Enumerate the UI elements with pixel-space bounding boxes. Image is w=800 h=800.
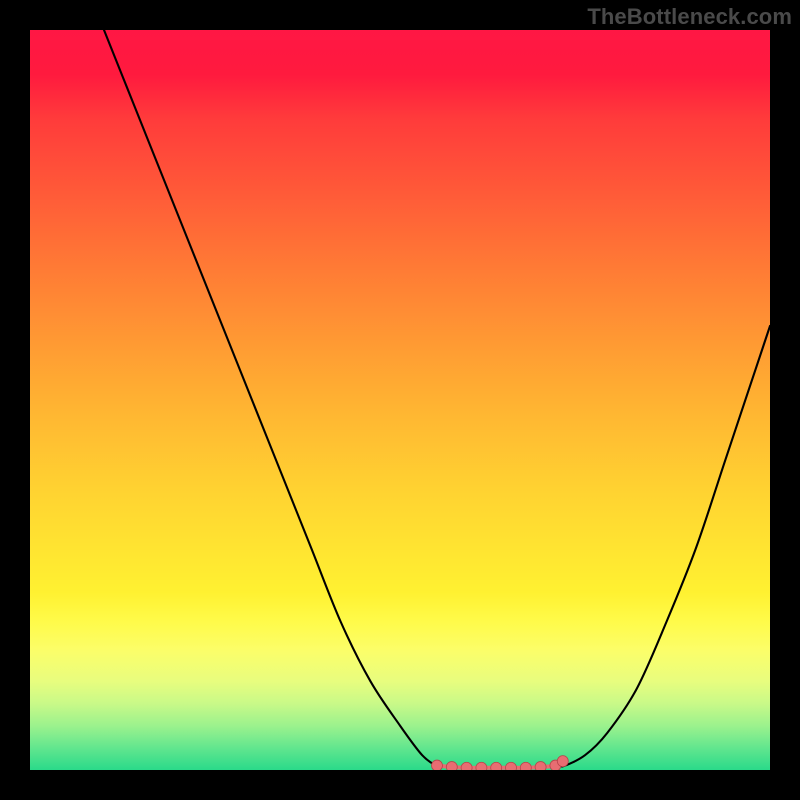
floor-marker xyxy=(557,756,568,767)
floor-marker xyxy=(520,762,531,770)
floor-marker xyxy=(446,762,457,770)
watermark-label: TheBottleneck.com xyxy=(587,4,792,30)
curve-group xyxy=(104,30,770,768)
bottleneck-curve xyxy=(104,30,770,768)
floor-marker xyxy=(461,762,472,770)
curve-layer xyxy=(30,30,770,770)
floor-marker xyxy=(506,762,517,770)
floor-marker xyxy=(476,762,487,770)
chart-stage: TheBottleneck.com xyxy=(0,0,800,800)
plot-area xyxy=(30,30,770,770)
marker-group xyxy=(432,756,569,770)
floor-marker xyxy=(432,760,443,770)
floor-marker xyxy=(491,762,502,770)
floor-marker xyxy=(535,762,546,770)
